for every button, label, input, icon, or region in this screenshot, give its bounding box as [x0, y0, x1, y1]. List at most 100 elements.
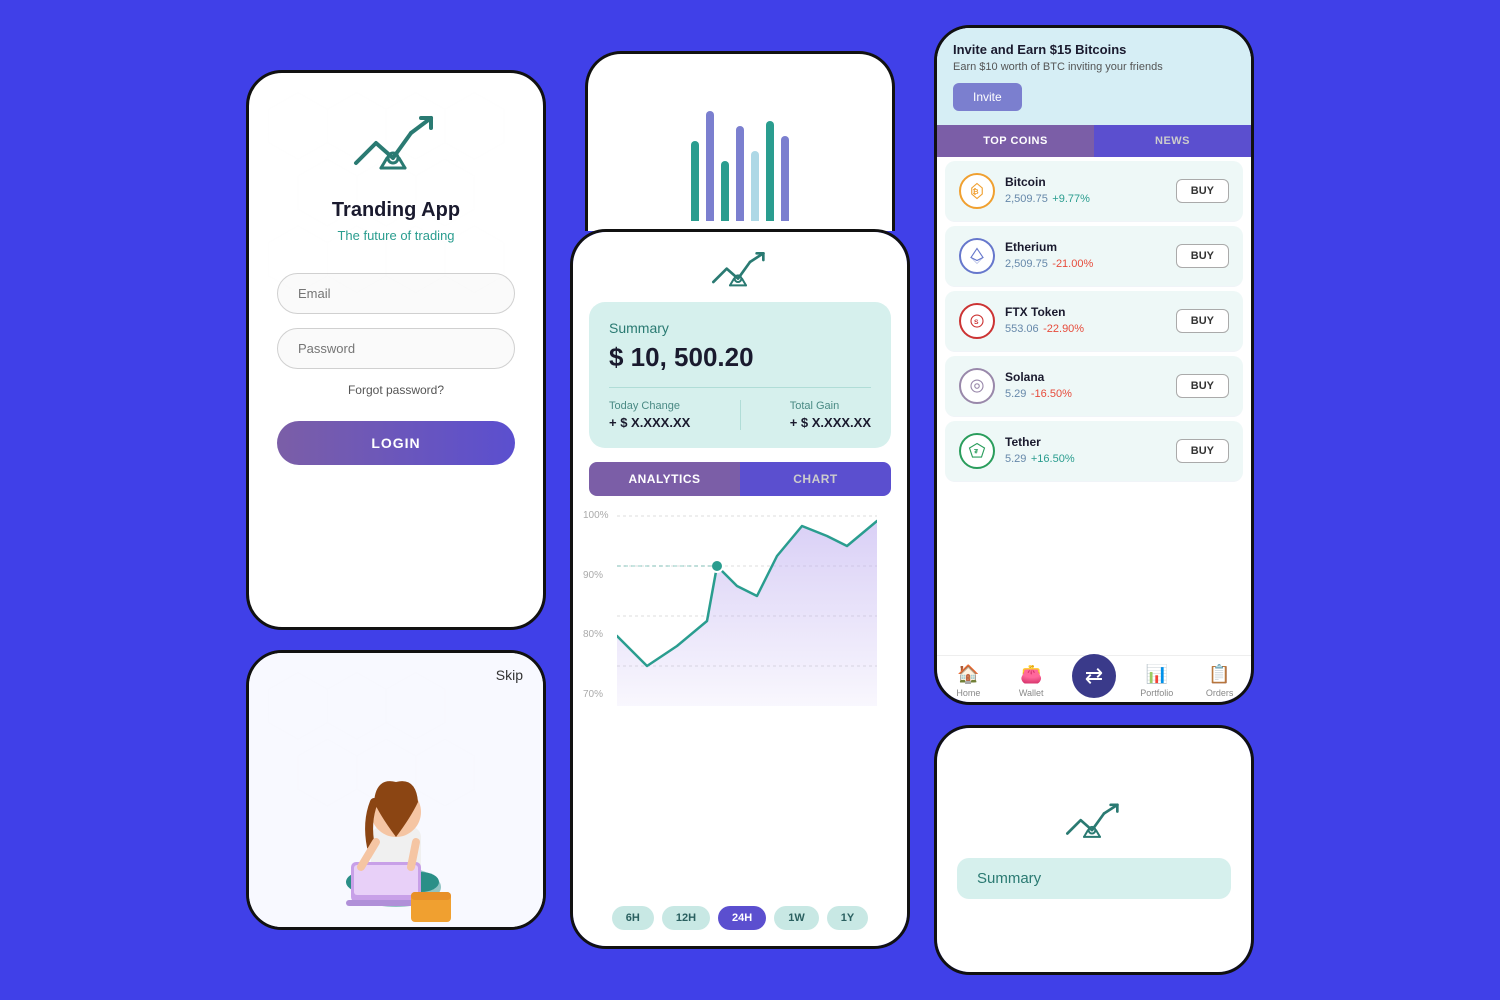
- invite-banner: Invite and Earn $15 Bitcoins Earn $10 wo…: [937, 28, 1251, 125]
- y-label-70: 70%: [583, 689, 609, 700]
- time-btn-1y[interactable]: 1Y: [827, 906, 868, 930]
- bar-chart: [691, 101, 789, 221]
- analytics-tab-bar: ANALYTICS CHART: [589, 462, 891, 496]
- coin-row-bitcoin: ₿ Bitcoin 2,509.75 +9.77% BUY: [945, 161, 1243, 222]
- solana-icon: [959, 368, 995, 404]
- time-btn-24h[interactable]: 24H: [718, 906, 766, 930]
- login-phone: Tranding App The future of trading Forgo…: [246, 70, 546, 630]
- solana-price-change: 5.29 -16.50%: [1005, 384, 1176, 402]
- nav-wallet[interactable]: 👛 Wallet: [1000, 664, 1063, 698]
- orders-icon: 📋: [1208, 664, 1230, 685]
- solana-name: Solana: [1005, 370, 1176, 384]
- coin-row-etherium: Etherium 2,509.75 -21.00% BUY: [945, 226, 1243, 287]
- orders-label: Orders: [1206, 688, 1234, 698]
- nav-portfolio[interactable]: 📊 Portfolio: [1125, 664, 1188, 698]
- bar-6: [766, 121, 774, 221]
- chart-area: 100% 90% 80% 70%: [573, 496, 907, 894]
- analytics-logo: [710, 252, 770, 292]
- wallet-label: Wallet: [1019, 688, 1044, 698]
- bitcoin-name: Bitcoin: [1005, 175, 1176, 189]
- y-axis-labels: 100% 90% 80% 70%: [583, 510, 609, 700]
- coin-row-ftx: S FTX Token 553.06 -22.90% BUY: [945, 291, 1243, 352]
- time-btn-12h[interactable]: 12H: [662, 906, 710, 930]
- tether-icon: ₮: [959, 433, 995, 469]
- today-change-col: Today Change + $ X.XXX.XX: [609, 400, 690, 430]
- column-3: Invite and Earn $15 Bitcoins Earn $10 wo…: [934, 25, 1254, 975]
- tab-news[interactable]: NEWS: [1094, 125, 1251, 157]
- bar-3: [721, 161, 729, 221]
- hex-bg-pattern: [249, 73, 543, 622]
- bitcoin-icon: ₿: [959, 173, 995, 209]
- bitcoin-price: 2,509.75: [1005, 193, 1048, 205]
- bar-2: [706, 111, 714, 221]
- summary-logo: [1064, 801, 1124, 846]
- column-2: Summary $ 10, 500.20 Today Change + $ X.…: [570, 51, 910, 949]
- summary-label: Summary: [609, 320, 871, 336]
- tether-price-change: 5.29 +16.50%: [1005, 449, 1176, 467]
- skip-button[interactable]: Skip: [496, 667, 523, 683]
- tether-buy-button[interactable]: BUY: [1176, 439, 1229, 463]
- top-partial-phone: [585, 51, 895, 231]
- solana-svg: [968, 377, 986, 395]
- total-gain-label: Total Gain: [790, 400, 871, 412]
- bar-4: [736, 126, 744, 221]
- etherium-info: Etherium 2,509.75 -21.00%: [1005, 240, 1176, 272]
- time-btn-6h[interactable]: 6H: [612, 906, 654, 930]
- tab-analytics[interactable]: ANALYTICS: [589, 462, 740, 496]
- tether-price: 5.29: [1005, 453, 1026, 465]
- etherium-svg: [968, 247, 986, 265]
- onboard-illustration: [296, 707, 496, 927]
- total-gain-col: Total Gain + $ X.XXX.XX: [790, 400, 871, 430]
- solana-change: -16.50%: [1031, 388, 1072, 400]
- y-label-100: 100%: [583, 510, 609, 521]
- solana-price: 5.29: [1005, 388, 1026, 400]
- summary-partial-card: Summary: [957, 858, 1231, 899]
- invite-button[interactable]: Invite: [953, 83, 1022, 111]
- portfolio-label: Portfolio: [1140, 688, 1173, 698]
- ftx-info: FTX Token 553.06 -22.90%: [1005, 305, 1176, 337]
- tether-name: Tether: [1005, 435, 1176, 449]
- ftx-price-change: 553.06 -22.90%: [1005, 319, 1176, 337]
- etherium-icon: [959, 238, 995, 274]
- solana-info: Solana 5.29 -16.50%: [1005, 370, 1176, 402]
- bitcoin-info: Bitcoin 2,509.75 +9.77%: [1005, 175, 1176, 207]
- y-label-80: 80%: [583, 629, 609, 640]
- bitcoin-price-change: 2,509.75 +9.77%: [1005, 189, 1176, 207]
- tether-info: Tether 5.29 +16.50%: [1005, 435, 1176, 467]
- bitcoin-buy-button[interactable]: BUY: [1176, 179, 1229, 203]
- bar-chart-content: [588, 54, 892, 231]
- summary-partial-phone: Summary: [934, 725, 1254, 975]
- ftx-change: -22.90%: [1043, 323, 1084, 335]
- bar-7: [781, 136, 789, 221]
- portfolio-icon: 📊: [1146, 664, 1168, 685]
- time-btn-1w[interactable]: 1W: [774, 906, 819, 930]
- ftx-price: 553.06: [1005, 323, 1039, 335]
- invite-subtitle: Earn $10 worth of BTC inviting your frie…: [953, 61, 1235, 73]
- total-gain-value: + $ X.XXX.XX: [790, 415, 871, 430]
- etherium-buy-button[interactable]: BUY: [1176, 244, 1229, 268]
- nav-orders[interactable]: 📋 Orders: [1188, 664, 1251, 698]
- summary-partial-label: Summary: [977, 870, 1211, 887]
- bottom-nav: 🏠 Home 👛 Wallet ⇄ 📊 Portfolio 📋 Orders: [937, 655, 1251, 702]
- bitcoin-svg: ₿: [968, 182, 986, 200]
- tab-chart[interactable]: CHART: [740, 462, 891, 496]
- summary-row: Today Change + $ X.XXX.XX Total Gain + $…: [609, 400, 871, 430]
- bitcoin-change: +9.77%: [1052, 193, 1090, 205]
- ftx-svg: S: [968, 312, 986, 330]
- line-chart-svg: [617, 506, 877, 716]
- y-label-90: 90%: [583, 570, 609, 581]
- tab-top-coins[interactable]: TOP COINS: [937, 125, 1094, 157]
- wallet-icon: 👛: [1020, 664, 1042, 685]
- nav-home[interactable]: 🏠 Home: [937, 664, 1000, 698]
- analytics-phone: Summary $ 10, 500.20 Today Change + $ X.…: [570, 229, 910, 949]
- ftx-buy-button[interactable]: BUY: [1176, 309, 1229, 333]
- invite-title: Invite and Earn $15 Bitcoins: [953, 42, 1235, 57]
- etherium-price: 2,509.75: [1005, 258, 1048, 270]
- etherium-name: Etherium: [1005, 240, 1176, 254]
- nav-transfer[interactable]: ⇄: [1063, 664, 1126, 698]
- etherium-price-change: 2,509.75 -21.00%: [1005, 254, 1176, 272]
- coin-row-tether: ₮ Tether 5.29 +16.50% BUY: [945, 421, 1243, 482]
- svg-text:₿: ₿: [973, 187, 979, 196]
- solana-buy-button[interactable]: BUY: [1176, 374, 1229, 398]
- home-icon: 🏠: [957, 664, 979, 685]
